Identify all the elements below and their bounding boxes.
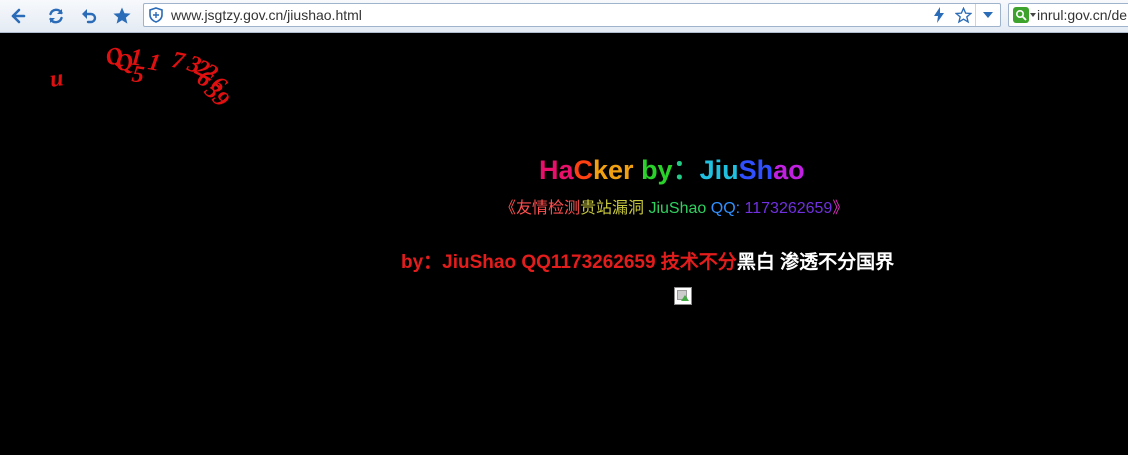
- subtitle-segment: 》: [832, 200, 849, 217]
- chevron-down-icon[interactable]: [975, 4, 1000, 26]
- subtitle-segment: QQ:: [706, 200, 745, 217]
- title-segment: ：: [672, 155, 700, 185]
- subtitle-segment: 1173262659: [744, 200, 833, 217]
- title-segment: ker: [593, 155, 642, 185]
- bookmark-star-icon[interactable]: [951, 4, 975, 26]
- search-engine-dropdown-icon[interactable]: [1030, 13, 1036, 17]
- broken-image-icon: [674, 287, 692, 305]
- slogan: by：JiuShao QQ1173262659 技术不分黑白 渗透不分国界: [401, 247, 894, 274]
- page-title: HaCker by：JiuShao: [539, 148, 805, 187]
- lightning-icon[interactable]: [927, 4, 951, 26]
- title-segment: Sh: [738, 155, 774, 185]
- cursor-trail-text: uQQ11573226659: [0, 0, 260, 120]
- title-segment: by: [641, 155, 673, 185]
- title-segment: ao: [773, 155, 805, 185]
- cursor-trail-char: u: [48, 65, 66, 93]
- subtitle-segment: JiuShao: [648, 200, 707, 217]
- search-bar[interactable]: inrul:gov.cn/de: [1008, 3, 1128, 27]
- subtitle-segment: 贵站漏洞: [580, 200, 649, 217]
- title-segment: C: [573, 155, 594, 185]
- page-subtitle: 《友情检测贵站漏洞 JiuShao QQ: 1173262659》: [500, 194, 848, 218]
- cursor-trail-char: 5: [130, 61, 146, 89]
- title-segment: Ha: [539, 155, 574, 185]
- address-bar[interactable]: www.jsgtzy.gov.cn/jiushao.html: [143, 3, 1001, 27]
- slogan-white-part: 黑白 渗透不分国界: [736, 252, 895, 273]
- search-input[interactable]: inrul:gov.cn/de: [1037, 7, 1127, 23]
- search-engine-icon[interactable]: [1013, 7, 1029, 23]
- subtitle-segment: 《友情检测: [500, 200, 581, 217]
- title-segment: Jiu: [699, 155, 739, 185]
- slogan-red-part: by：JiuShao QQ1173262659 技术不分: [401, 252, 737, 273]
- cursor-trail-char: 1: [145, 49, 163, 77]
